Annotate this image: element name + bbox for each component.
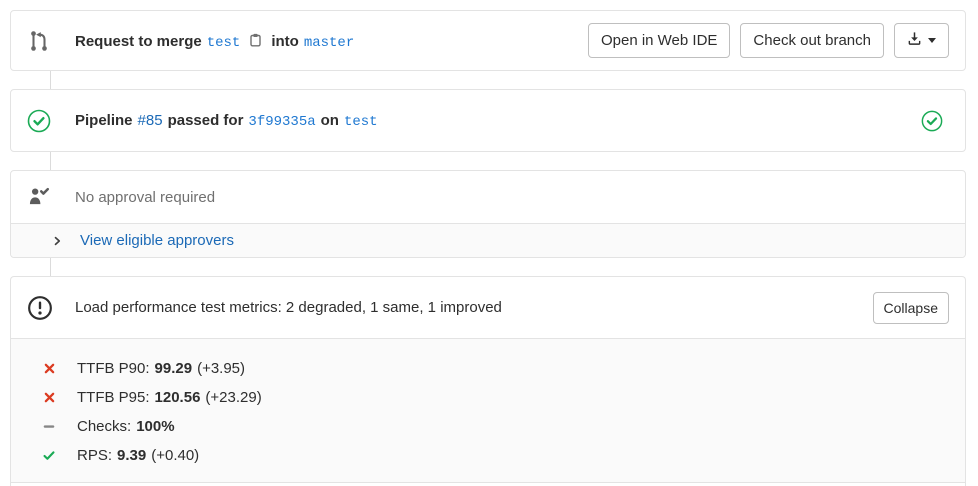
approvals-summary-row: No approval required (11, 171, 965, 223)
chevron-down-icon (928, 38, 936, 43)
metric-delta: (+0.40) (151, 447, 199, 464)
commit-sha-link[interactable]: 3f99335a (248, 114, 315, 130)
same-dash-icon (41, 420, 57, 433)
pipeline-widget: Pipeline #85 passed for 3f99335a on test (10, 89, 966, 152)
download-dropdown-button[interactable] (894, 23, 949, 58)
metric-label: TTFB P90: (77, 360, 150, 377)
metric-value: 99.29 (155, 360, 193, 377)
approvals-expand-row[interactable]: View eligible approvers (11, 223, 965, 257)
metric-row: Checks: 100% (11, 412, 965, 441)
load-performance-summary-text: Load performance test metrics: 2 degrade… (75, 299, 502, 316)
no-approval-required-text: No approval required (75, 189, 215, 206)
load-performance-widget: Load performance test metrics: 2 degrade… (10, 276, 966, 486)
metric-delta: (+23.29) (205, 389, 261, 406)
merge-request-title: Request to merge test into master (75, 30, 354, 51)
check-out-branch-button[interactable]: Check out branch (740, 23, 884, 58)
target-branch-link[interactable]: master (304, 35, 354, 51)
degraded-cross-icon (41, 362, 57, 375)
degraded-cross-icon (41, 391, 57, 404)
metric-value: 9.39 (117, 447, 146, 464)
approval-user-check-icon (27, 186, 51, 208)
pipeline-branch-link[interactable]: test (344, 114, 378, 130)
metric-label: TTFB P95: (77, 389, 150, 406)
section-connector-line (50, 152, 51, 170)
pipeline-label: Pipeline (75, 112, 133, 129)
pipeline-status-text: Pipeline #85 passed for 3f99335a on test (75, 112, 378, 130)
metric-label: Checks: (77, 418, 131, 435)
metric-row: TTFB P95: 120.56 (+23.29) (11, 383, 965, 412)
section-connector-line (50, 258, 51, 276)
merge-request-widget: Request to merge test into master Open i… (10, 10, 966, 486)
improved-check-icon (41, 449, 57, 462)
view-eligible-approvers-link[interactable]: View eligible approvers (80, 232, 234, 249)
request-to-merge-text: Request to merge (75, 33, 202, 50)
pipeline-status-success-icon[interactable] (27, 109, 51, 133)
pipeline-id-link[interactable]: #85 (138, 112, 163, 129)
merge-request-icon (27, 29, 51, 53)
chevron-right-icon[interactable] (51, 235, 63, 247)
pipeline-on-text: on (321, 112, 339, 129)
metric-value: 120.56 (155, 389, 201, 406)
exclamation-circle-icon (27, 295, 53, 321)
section-connector-line (50, 71, 51, 89)
load-performance-metrics-list: TTFB P90: 99.29 (+3.95) TTFB P95: 120.56… (11, 338, 965, 482)
mini-pipeline-stage-success-icon[interactable] (921, 110, 943, 132)
source-branch-link[interactable]: test (207, 35, 241, 51)
metric-row: TTFB P90: 99.29 (+3.95) (11, 354, 965, 383)
metric-value: 100% (136, 418, 174, 435)
load-performance-footer (11, 482, 965, 486)
metric-label: RPS: (77, 447, 112, 464)
collapse-button[interactable]: Collapse (873, 292, 949, 324)
merge-request-header: Request to merge test into master Open i… (10, 10, 966, 71)
into-text: into (271, 33, 299, 50)
metric-row: RPS: 9.39 (+0.40) (11, 441, 965, 470)
metric-delta: (+3.95) (197, 360, 245, 377)
open-in-web-ide-button[interactable]: Open in Web IDE (588, 23, 730, 58)
copy-branch-name-icon[interactable] (248, 32, 263, 52)
load-performance-header: Load performance test metrics: 2 degrade… (11, 277, 965, 338)
pipeline-passed-text: passed for (168, 112, 244, 129)
download-icon (907, 31, 922, 50)
approvals-widget: No approval required View eligible appro… (10, 170, 966, 258)
